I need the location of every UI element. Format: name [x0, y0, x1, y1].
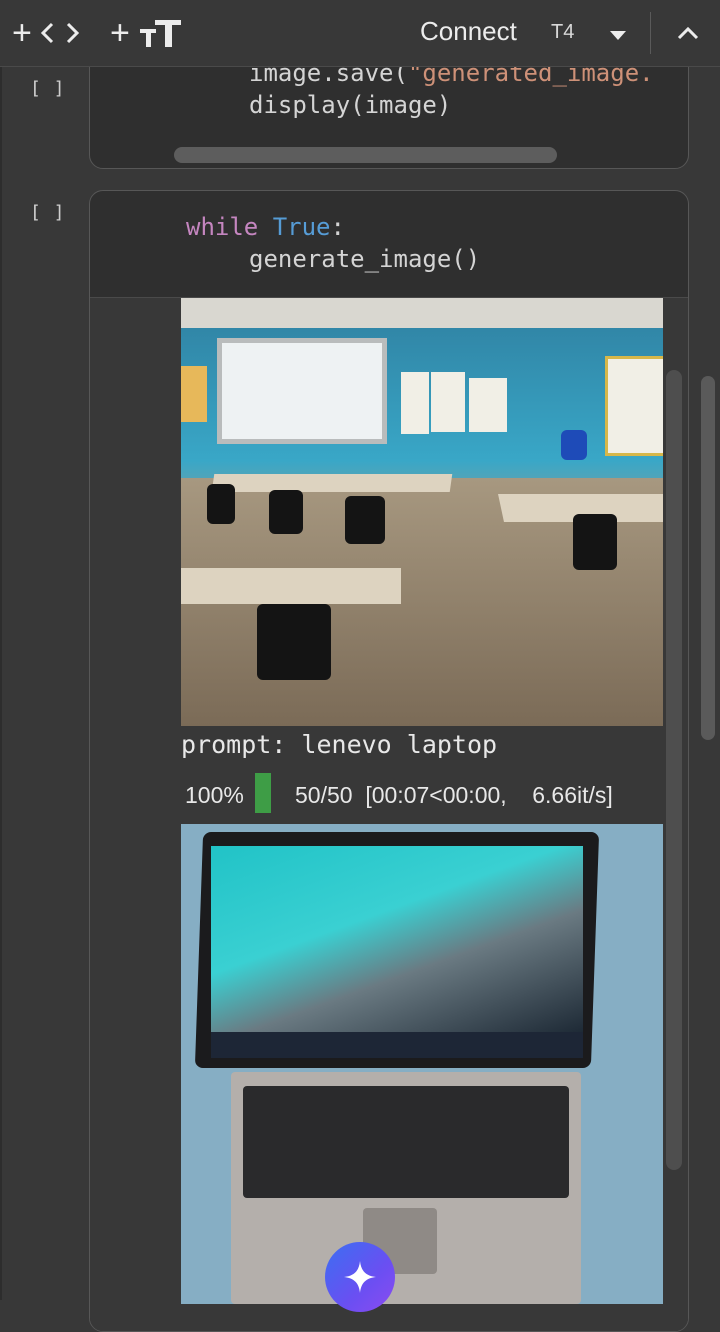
chevron-up-icon[interactable]: [676, 25, 700, 41]
cell-code-editor[interactable]: while True: generate_image(): [90, 191, 688, 298]
progress-bar: [255, 773, 271, 813]
cell-output: prompt: lenevo laptop 100% 50/50 [00:07<…: [90, 298, 688, 1331]
progress-percent: 100%: [185, 782, 244, 808]
notebook-toolbar: + + Connect T4: [0, 0, 720, 67]
run-cell-button[interactable]: [ ]: [30, 202, 66, 223]
connect-button[interactable]: Connect: [420, 16, 517, 47]
gutter: [0, 66, 2, 1300]
add-code-cell-button[interactable]: +: [12, 14, 80, 52]
generated-image-laptop: [181, 824, 663, 1304]
generated-image-classroom: [181, 298, 663, 726]
runtime-type-label: T4: [551, 21, 575, 43]
output-scrollbar-thumb[interactable]: [666, 370, 682, 1170]
page-scrollbar[interactable]: [701, 376, 715, 740]
code-line: display(image): [249, 91, 452, 119]
add-text-cell-button[interactable]: +: [110, 14, 184, 52]
code-line: while True:: [186, 213, 345, 241]
code-brackets-icon: [40, 22, 79, 44]
progress-count: 50/50 [00:07<00:00, 6.66it/s]: [295, 782, 613, 808]
text-format-icon: [139, 20, 181, 47]
gemini-sparkle-icon: [344, 1261, 376, 1293]
caret-down-icon[interactable]: [608, 29, 628, 41]
horizontal-scrollbar[interactable]: [174, 147, 557, 163]
run-cell-button[interactable]: [ ]: [30, 78, 66, 99]
toolbar-divider: [650, 12, 651, 54]
code-cell[interactable]: while True: generate_image() prompt: len…: [89, 190, 689, 1332]
gemini-button[interactable]: [325, 1242, 395, 1312]
plus-icon: +: [12, 14, 32, 52]
code-line: generate_image(): [249, 245, 481, 273]
plus-icon: +: [110, 14, 130, 52]
prompt-output-text: prompt: lenevo laptop: [181, 730, 498, 759]
